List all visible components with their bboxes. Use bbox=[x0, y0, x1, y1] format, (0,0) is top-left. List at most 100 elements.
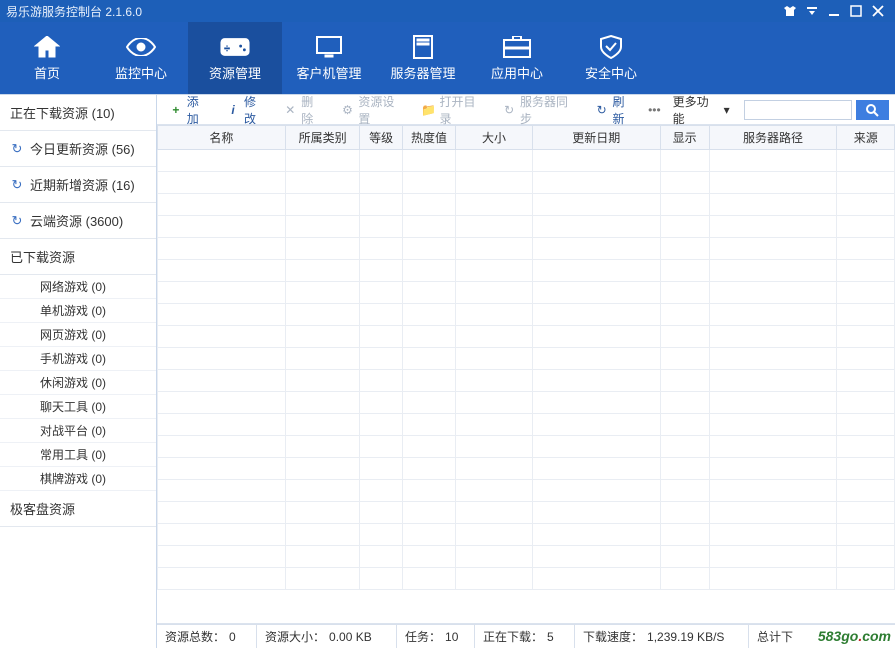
sync-button[interactable]: ↻服务器同步 bbox=[496, 91, 585, 129]
table-cell bbox=[837, 436, 895, 458]
sidebar-sub-item[interactable]: 常用工具 (0) bbox=[0, 443, 156, 467]
nav-monitor[interactable]: 监控中心 bbox=[94, 22, 188, 94]
close-icon[interactable] bbox=[867, 0, 889, 22]
nav-clients[interactable]: 客户机管理 bbox=[282, 22, 376, 94]
sidebar-item[interactable]: ↻云端资源 (3600) bbox=[0, 203, 156, 239]
nav-resources[interactable]: 资源管理 bbox=[188, 22, 282, 94]
table-row bbox=[158, 172, 895, 194]
status-tasks-label: 任务： bbox=[405, 628, 441, 645]
table-cell bbox=[360, 392, 403, 414]
nav-apps[interactable]: 应用中心 bbox=[470, 22, 564, 94]
table-cell bbox=[709, 370, 837, 392]
table-cell bbox=[456, 216, 533, 238]
column-header[interactable]: 显示 bbox=[660, 126, 709, 150]
status-speed-value: 1,239.19 KB/S bbox=[647, 630, 724, 644]
table-cell bbox=[456, 304, 533, 326]
shirt-icon[interactable] bbox=[779, 0, 801, 22]
table-cell bbox=[456, 392, 533, 414]
table-cell bbox=[402, 546, 455, 568]
column-header[interactable]: 等级 bbox=[360, 126, 403, 150]
column-header[interactable]: 名称 bbox=[158, 126, 286, 150]
column-header[interactable]: 更新日期 bbox=[532, 126, 660, 150]
table-cell bbox=[360, 370, 403, 392]
column-header[interactable]: 所属类别 bbox=[285, 126, 360, 150]
table-cell bbox=[402, 172, 455, 194]
sidebar-sub-item[interactable]: 聊天工具 (0) bbox=[0, 395, 156, 419]
table-cell bbox=[532, 414, 660, 436]
sidebar-sub-item[interactable]: 网页游戏 (0) bbox=[0, 323, 156, 347]
table-cell bbox=[660, 150, 709, 172]
nav-security[interactable]: 安全中心 bbox=[564, 22, 658, 94]
table-cell bbox=[285, 304, 360, 326]
table-row bbox=[158, 480, 895, 502]
open-dir-button[interactable]: 📁打开目录 bbox=[415, 91, 492, 129]
maximize-icon[interactable] bbox=[845, 0, 867, 22]
sidebar-item[interactable]: 极客盘资源 bbox=[0, 491, 156, 527]
minimize-icon[interactable] bbox=[823, 0, 845, 22]
table-cell bbox=[158, 502, 286, 524]
settings-button[interactable]: ⚙资源设置 bbox=[335, 91, 412, 129]
sidebar-item-label: 近期新增资源 (16) bbox=[30, 175, 135, 194]
more-button[interactable]: 更多功能 ▾ bbox=[667, 91, 736, 129]
nav-label: 服务器管理 bbox=[390, 63, 455, 82]
table-cell bbox=[456, 260, 533, 282]
table-row bbox=[158, 458, 895, 480]
table-cell bbox=[532, 238, 660, 260]
nav-home[interactable]: 首页 bbox=[0, 22, 94, 94]
table-cell bbox=[285, 502, 360, 524]
home-icon bbox=[32, 35, 62, 59]
search-icon bbox=[865, 103, 879, 117]
delete-button[interactable]: ✕删除 bbox=[277, 91, 330, 129]
table-cell bbox=[532, 480, 660, 502]
table-cell bbox=[402, 194, 455, 216]
column-header[interactable]: 服务器路径 bbox=[709, 126, 837, 150]
edit-button[interactable]: i修改 bbox=[220, 91, 273, 129]
sidebar-sub-item[interactable]: 单机游戏 (0) bbox=[0, 299, 156, 323]
table-cell bbox=[360, 568, 403, 590]
table-cell bbox=[660, 524, 709, 546]
column-header[interactable]: 大小 bbox=[456, 126, 533, 150]
table-cell bbox=[402, 414, 455, 436]
nav-label: 客户机管理 bbox=[296, 63, 361, 82]
sidebar-item[interactable]: ↻ 近期新增资源 (16) bbox=[0, 167, 156, 203]
table-cell bbox=[158, 282, 286, 304]
table-cell bbox=[456, 172, 533, 194]
nav-servers[interactable]: 服务器管理 bbox=[376, 22, 470, 94]
info-icon: i bbox=[226, 103, 240, 117]
sidebar-sub-item[interactable]: 棋牌游戏 (0) bbox=[0, 467, 156, 491]
refresh-button[interactable]: ↻刷新 bbox=[589, 91, 642, 129]
table-cell bbox=[660, 414, 709, 436]
briefcase-icon bbox=[502, 35, 532, 59]
table-cell bbox=[285, 172, 360, 194]
sidebar-item-label: 云端资源 (3600) bbox=[30, 211, 123, 230]
table-cell bbox=[660, 458, 709, 480]
sidebar-item[interactable]: 已下载资源 bbox=[0, 239, 156, 275]
column-header[interactable]: 来源 bbox=[837, 126, 895, 150]
table-cell bbox=[285, 326, 360, 348]
sidebar-sub-item[interactable]: 网络游戏 (0) bbox=[0, 275, 156, 299]
table-cell bbox=[402, 238, 455, 260]
column-header[interactable]: 热度值 bbox=[402, 126, 455, 150]
sidebar-item[interactable]: 正在下载资源 (10) bbox=[0, 95, 156, 131]
dropdown-icon[interactable] bbox=[801, 0, 823, 22]
add-button[interactable]: +添加 bbox=[163, 91, 216, 129]
table-cell bbox=[532, 150, 660, 172]
table-cell bbox=[532, 194, 660, 216]
table-cell bbox=[660, 568, 709, 590]
sidebar-item[interactable]: ↻今日更新资源 (56) bbox=[0, 131, 156, 167]
search-input[interactable] bbox=[744, 100, 852, 120]
sidebar-sub-item[interactable]: 对战平台 (0) bbox=[0, 419, 156, 443]
table-cell bbox=[660, 480, 709, 502]
sidebar-sub-item[interactable]: 手机游戏 (0) bbox=[0, 347, 156, 371]
table-cell bbox=[709, 238, 837, 260]
table-cell bbox=[456, 370, 533, 392]
resource-table-wrap[interactable]: 名称所属类别等级热度值大小更新日期显示服务器路径来源 bbox=[157, 125, 895, 624]
table-cell bbox=[709, 260, 837, 282]
refresh-icon: ↻ bbox=[595, 103, 609, 117]
table-cell bbox=[360, 260, 403, 282]
table-cell bbox=[709, 502, 837, 524]
refresh-icon: ↻ bbox=[10, 178, 24, 192]
table-cell bbox=[532, 282, 660, 304]
sidebar-sub-item[interactable]: 休闲游戏 (0) bbox=[0, 371, 156, 395]
search-button[interactable] bbox=[856, 100, 889, 120]
